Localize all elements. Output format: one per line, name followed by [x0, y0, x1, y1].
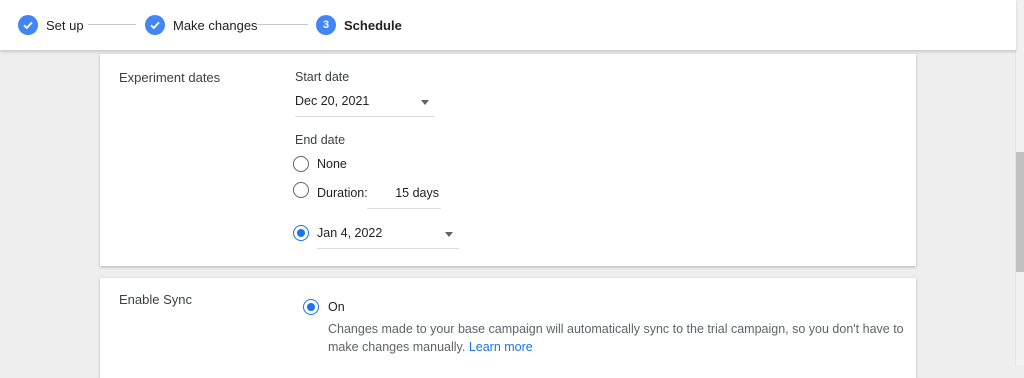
scrollbar-thumb[interactable]	[1016, 152, 1024, 272]
step-number-badge: 3	[316, 15, 336, 35]
start-date-label: Start date	[295, 70, 350, 84]
end-date-none-radio[interactable]	[293, 156, 309, 172]
end-date-select[interactable]: Jan 4, 2022	[317, 224, 459, 249]
duration-label: Duration:	[317, 186, 368, 200]
step-label: Set up	[46, 17, 84, 33]
step-schedule[interactable]: 3 Schedule	[316, 14, 402, 36]
learn-more-link[interactable]: Learn more	[469, 340, 533, 354]
start-date-select[interactable]: Dec 20, 2021	[295, 92, 435, 117]
step-set-up[interactable]: Set up	[18, 14, 84, 36]
dropdown-arrow-icon	[445, 232, 453, 237]
check-icon	[145, 15, 165, 35]
none-label: None	[317, 157, 347, 171]
end-date-custom-radio[interactable]	[293, 225, 309, 241]
step-label: Make changes	[173, 17, 258, 33]
enable-sync-card: Enable Sync On Changes made to your base…	[100, 278, 916, 378]
end-date-duration-radio[interactable]	[293, 182, 309, 198]
start-date-value: Dec 20, 2021	[295, 94, 370, 108]
experiment-dates-card: Experiment dates Start date Dec 20, 2021…	[100, 54, 916, 266]
sync-on-radio[interactable]	[303, 299, 319, 315]
sync-description-text: Changes made to your base campaign will …	[328, 322, 904, 354]
dropdown-arrow-icon	[421, 100, 429, 105]
step-label: Schedule	[344, 17, 402, 33]
step-make-changes[interactable]: Make changes	[145, 14, 258, 36]
duration-value: 15 days	[395, 186, 439, 200]
stepper-bar: Set up Make changes 3 Schedule	[0, 0, 1016, 51]
section-title: Enable Sync	[119, 292, 192, 307]
sync-on-label: On	[328, 300, 345, 314]
step-connector	[88, 24, 136, 25]
section-title: Experiment dates	[119, 70, 221, 85]
sync-description: Changes made to your base campaign will …	[328, 320, 908, 356]
check-icon	[18, 15, 38, 35]
end-date-value: Jan 4, 2022	[317, 226, 383, 240]
duration-input[interactable]: 15 days	[367, 184, 441, 209]
end-date-label: End date	[295, 133, 346, 147]
step-connector	[258, 24, 308, 25]
